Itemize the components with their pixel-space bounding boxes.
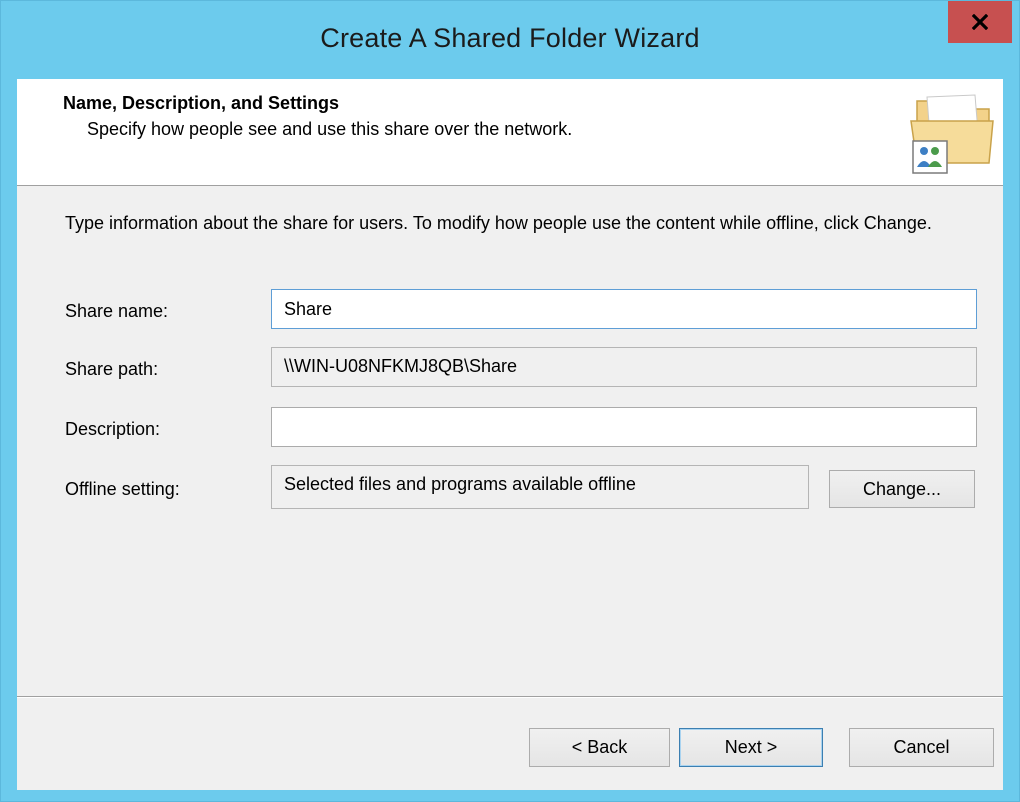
- change-button[interactable]: Change...: [829, 470, 975, 508]
- page-subtitle: Specify how people see and use this shar…: [87, 119, 573, 139]
- wizard-header: Name, Description, and Settings Specify …: [17, 79, 1003, 186]
- share-path-label: Share path:: [65, 359, 159, 379]
- share-name-input[interactable]: [271, 289, 977, 329]
- shared-folder-icon: [905, 87, 997, 177]
- wizard-body: Name, Description, and Settings Specify …: [17, 79, 1003, 790]
- title-bar[interactable]: Create A Shared Folder Wizard: [1, 1, 1019, 79]
- intro-text: Type information about the share for use…: [65, 213, 932, 233]
- wizard-window: Create A Shared Folder Wizard Name, Desc…: [0, 0, 1020, 802]
- offline-setting-field: Selected files and programs available of…: [271, 465, 809, 509]
- close-icon: [972, 14, 988, 30]
- share-name-label: Share name:: [65, 301, 169, 321]
- share-path-field: \\WIN-U08NFKMJ8QB\Share: [271, 347, 977, 387]
- offline-setting-label: Offline setting:: [65, 479, 180, 499]
- description-label: Description:: [65, 419, 161, 439]
- next-button[interactable]: Next >: [679, 728, 823, 767]
- cancel-button[interactable]: Cancel: [849, 728, 994, 767]
- page-title: Name, Description, and Settings: [63, 93, 340, 113]
- back-button[interactable]: < Back: [529, 728, 670, 767]
- close-button[interactable]: [948, 1, 1012, 43]
- footer-divider: [17, 696, 1003, 698]
- window-title: Create A Shared Folder Wizard: [320, 23, 700, 53]
- description-input[interactable]: [271, 407, 977, 447]
